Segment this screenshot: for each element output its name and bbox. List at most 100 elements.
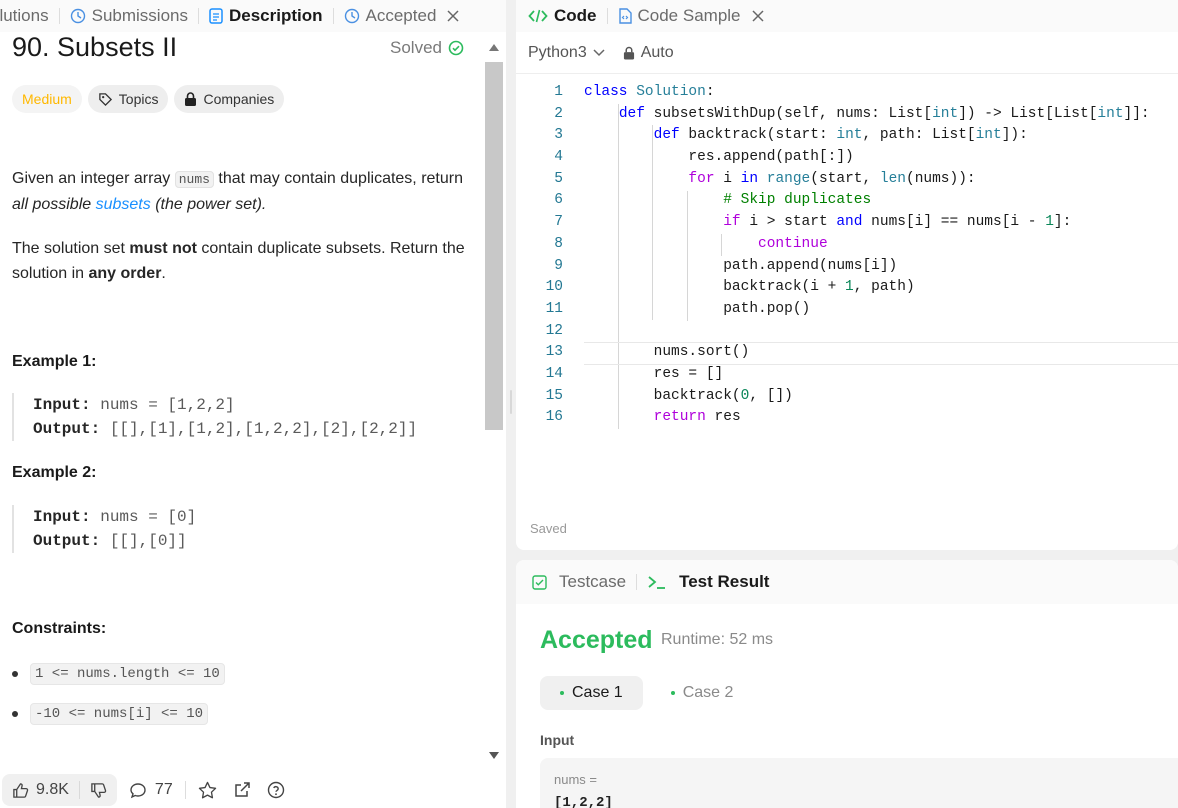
panel-splitter[interactable] xyxy=(506,0,516,808)
tab-code[interactable]: Code xyxy=(528,0,607,32)
tab-label: Testcase xyxy=(559,572,627,591)
help-icon xyxy=(267,781,284,799)
line-number: 6 xyxy=(554,192,563,209)
auto-mode[interactable]: Auto xyxy=(623,44,674,62)
favorite-button[interactable] xyxy=(186,781,229,799)
code-text: if i > start and nums[i] == nums[i - 1]: xyxy=(723,214,1072,231)
tab-testcase[interactable]: Testcase xyxy=(532,566,636,598)
bold-text: must not xyxy=(129,240,197,257)
code-editor[interactable]: 1 class Solution: 2 def subsetsWithDup(se… xyxy=(516,82,1178,432)
line-number: 3 xyxy=(554,127,563,144)
tab-description[interactable]: Description xyxy=(199,0,333,32)
code-icon xyxy=(528,9,548,23)
bullet-dot xyxy=(12,671,18,677)
subsets-link[interactable]: subsets xyxy=(96,196,151,213)
code-text: nums.sort() xyxy=(584,344,750,361)
constraints-title: Constraints: xyxy=(12,620,107,637)
input-section-label: Input xyxy=(540,732,575,748)
description-scrollbar[interactable] xyxy=(482,38,506,770)
help-button[interactable] xyxy=(263,781,297,799)
tab-label: olutions xyxy=(0,6,49,25)
input-label: Input: xyxy=(33,508,91,526)
close-icon[interactable] xyxy=(446,9,460,23)
problem-title[interactable]: 90. Subsets II xyxy=(12,32,177,63)
document-icon xyxy=(209,8,223,24)
example-1-box: Input: nums = [1,2,2] Output: [[],[1],[1… xyxy=(12,393,417,441)
status-dot xyxy=(670,691,675,695)
code-line: 4 res.append(path[:]) xyxy=(516,147,1178,169)
language-value: Python3 xyxy=(528,43,587,61)
line-number: 8 xyxy=(554,235,563,252)
tab-label: Test Result xyxy=(679,572,770,591)
problem-footer: 9.8K 77 xyxy=(0,772,506,808)
case-tabs: Case 1 Case 2 xyxy=(540,676,753,710)
description-paragraph-2: The solution set must not contain duplic… xyxy=(12,236,472,286)
code-line: 15 backtrack(0, []) xyxy=(516,386,1178,408)
tag-chips: Medium Topics Companies xyxy=(12,85,285,113)
line-number: 14 xyxy=(545,365,563,382)
tab-accepted[interactable]: Accepted xyxy=(334,0,471,32)
check-circle-icon xyxy=(448,40,464,55)
companies-button[interactable]: Companies xyxy=(174,85,285,113)
code-text: backtrack(0, []) xyxy=(584,387,793,404)
scrollbar-thumb[interactable] xyxy=(485,62,503,430)
code-line: 3 def backtrack(start: int, path: List[i… xyxy=(516,125,1178,147)
text: that may contain duplicates, return xyxy=(213,170,463,187)
line-number: 7 xyxy=(554,214,563,231)
file-code-icon xyxy=(618,8,632,24)
problem-tabs: olutions Submissions Description Accepte… xyxy=(0,0,506,32)
case-label: Case 1 xyxy=(572,684,623,701)
code-line: 14 res = [] xyxy=(516,364,1178,386)
scroll-up-arrow-icon[interactable] xyxy=(489,44,499,51)
line-number: 4 xyxy=(554,149,563,166)
tab-test-result[interactable]: Test Result xyxy=(637,566,779,598)
tab-separator xyxy=(606,8,608,24)
tab-submissions[interactable]: Submissions xyxy=(60,0,198,32)
line-number: 15 xyxy=(545,387,563,404)
difficulty-badge: Medium xyxy=(12,85,82,113)
topics-button[interactable]: Topics xyxy=(87,85,169,113)
case-label: Case 2 xyxy=(682,684,734,701)
close-icon[interactable] xyxy=(751,9,765,23)
history-icon xyxy=(70,8,85,24)
constraint-item: 1 <= nums.length <= 10 xyxy=(12,663,225,685)
dislike-button[interactable] xyxy=(80,774,117,806)
code-line: 1 class Solution: xyxy=(516,82,1178,104)
code-line: 7 if i > start and nums[i] == nums[i - 1… xyxy=(516,212,1178,234)
constraint-code: 1 <= nums.length <= 10 xyxy=(30,663,225,685)
code-line: 11 path.pop() xyxy=(516,299,1178,321)
like-button[interactable]: 9.8K xyxy=(2,774,79,806)
solved-label: Solved xyxy=(390,37,442,57)
code-text: backtrack(i + 1, path) xyxy=(584,279,915,296)
comment-icon xyxy=(130,782,146,798)
app-root: olutions Submissions Description Accepte… xyxy=(0,0,1178,808)
external-link-icon xyxy=(234,782,250,797)
lock-icon xyxy=(185,92,197,106)
tab-code-sample[interactable]: Code Sample xyxy=(618,0,775,32)
chevron-down-icon xyxy=(593,48,605,56)
case-tab-1[interactable]: Case 1 xyxy=(540,676,643,710)
tab-label: Code xyxy=(554,6,597,25)
code-line-current: 13 nums.sort() xyxy=(516,342,1178,365)
star-icon xyxy=(198,781,216,799)
scroll-down-arrow-icon[interactable] xyxy=(489,752,499,759)
language-select[interactable]: Python3 xyxy=(528,44,605,62)
code-line: 6 # Skip duplicates xyxy=(516,190,1178,212)
line-number: 10 xyxy=(545,279,563,296)
tab-label: Code Sample xyxy=(637,6,741,25)
share-button[interactable] xyxy=(229,781,263,799)
like-dislike-group: 9.8K xyxy=(2,774,117,806)
code-line: 12 xyxy=(516,321,1178,343)
line-number: 11 xyxy=(545,300,563,317)
comments-button[interactable]: 77 xyxy=(117,781,185,799)
comment-count: 77 xyxy=(154,781,173,798)
code-line: 5 for i in range(start, len(nums)): xyxy=(516,169,1178,191)
tab-solutions[interactable]: olutions xyxy=(0,0,59,32)
line-number: 13 xyxy=(545,344,563,361)
splitter-grip[interactable] xyxy=(510,390,512,414)
case-tab-2[interactable]: Case 2 xyxy=(651,676,754,710)
solved-status: Solved xyxy=(390,38,464,58)
code-line: 16 return res xyxy=(516,407,1178,429)
terminal-icon xyxy=(648,576,666,589)
code-panel: Code Code Sample Python3 Auto 1 class So… xyxy=(516,0,1178,550)
